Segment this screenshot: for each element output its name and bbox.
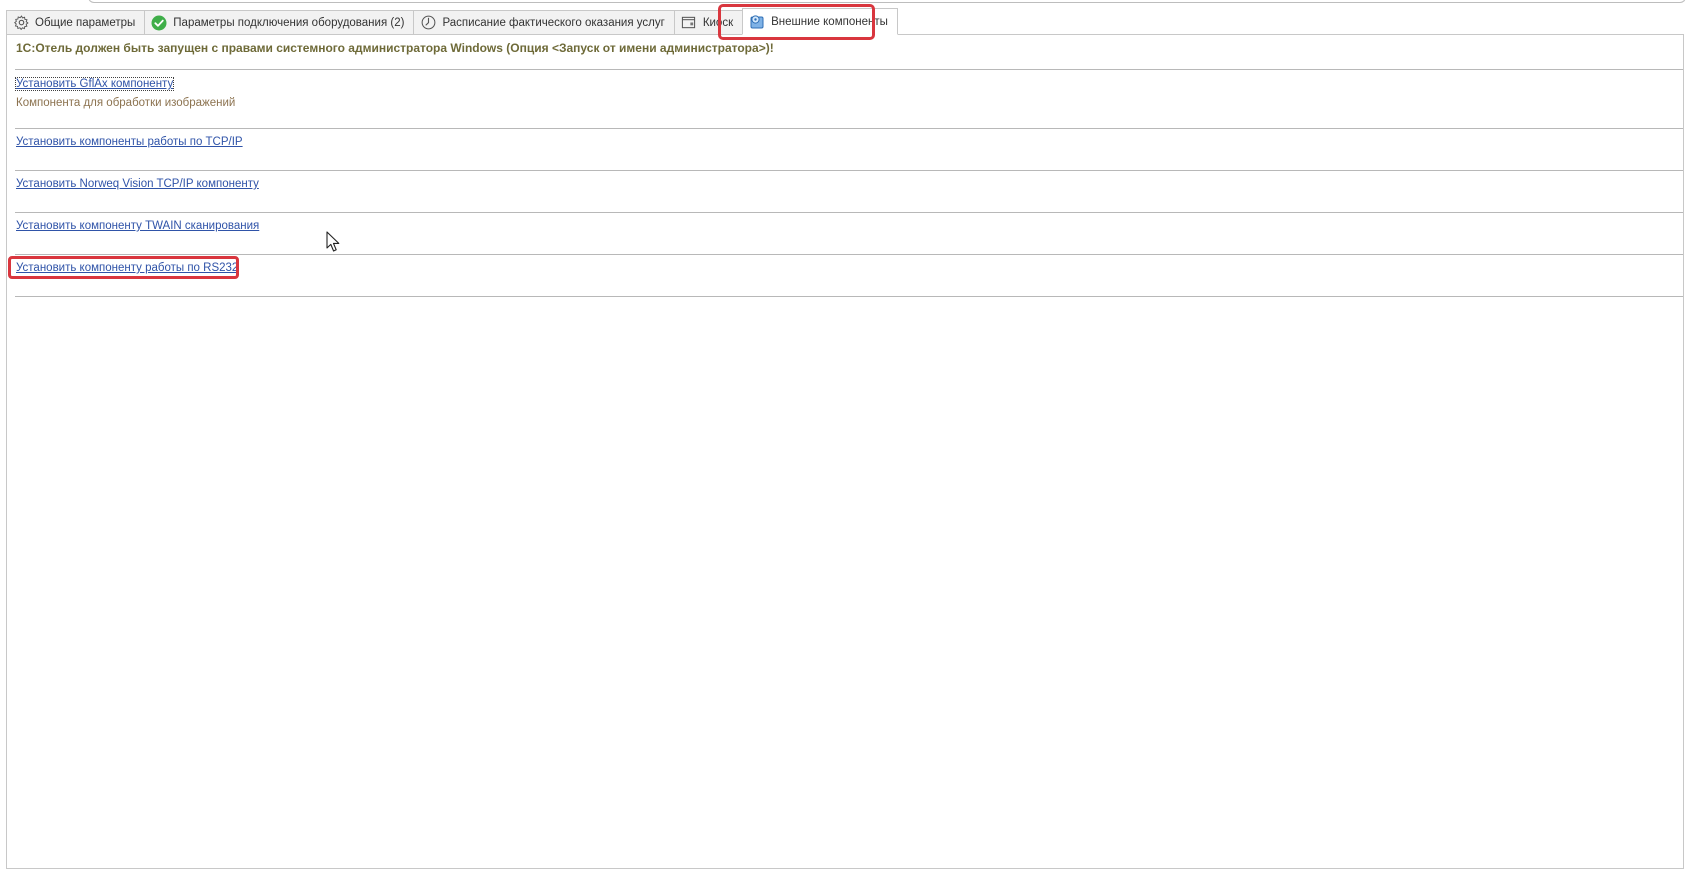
install-tcpip-link[interactable]: Установить компоненты работы по TCP/IP	[16, 136, 243, 148]
tab-general-params[interactable]: Общие параметры	[6, 10, 146, 35]
separator	[15, 69, 1683, 70]
gflax-description: Компонента для обработки изображений	[16, 97, 236, 109]
mouse-cursor-icon	[326, 231, 342, 253]
install-rs232-link[interactable]: Установить компоненту работы по RS232	[16, 262, 238, 274]
tab-equipment-connection[interactable]: Параметры подключения оборудования (2)	[144, 10, 415, 35]
window: Общие параметры Параметры подключения об…	[0, 0, 1690, 873]
check-circle-icon	[151, 15, 167, 31]
install-norweq-vision-link[interactable]: Установить Norweq Vision TCP/IP компонен…	[16, 178, 259, 190]
separator	[15, 128, 1683, 129]
separator	[15, 170, 1683, 171]
tab-bar: Общие параметры Параметры подключения об…	[6, 8, 898, 35]
tab-kiosk[interactable]: Киоск	[673, 10, 744, 35]
tab-label: Внешние компоненты	[771, 15, 888, 28]
tab-service-schedule[interactable]: Расписание фактического оказания услуг	[413, 10, 675, 35]
tab-label: Киоск	[702, 16, 734, 29]
components-icon	[749, 14, 765, 30]
window-icon	[681, 15, 697, 31]
admin-rights-warning: 1С:Отель должен быть запущен с правами с…	[16, 41, 774, 55]
install-gflax-link[interactable]: Установить GflAx компоненту	[14, 77, 175, 91]
separator	[15, 254, 1683, 255]
tab-label: Расписание фактического оказания услуг	[442, 16, 665, 29]
external-components-panel: 1С:Отель должен быть запущен с правами с…	[6, 34, 1684, 869]
install-twain-link[interactable]: Установить компоненту TWAIN сканирования	[16, 220, 259, 232]
tab-external-components[interactable]: Внешние компоненты	[742, 8, 898, 35]
tab-label: Общие параметры	[35, 16, 136, 29]
top-field-edge	[88, 0, 1686, 3]
gear-icon	[13, 15, 29, 31]
tab-label: Параметры подключения оборудования (2)	[173, 16, 405, 29]
separator	[15, 296, 1683, 297]
separator	[15, 212, 1683, 213]
clock-icon	[420, 15, 436, 31]
